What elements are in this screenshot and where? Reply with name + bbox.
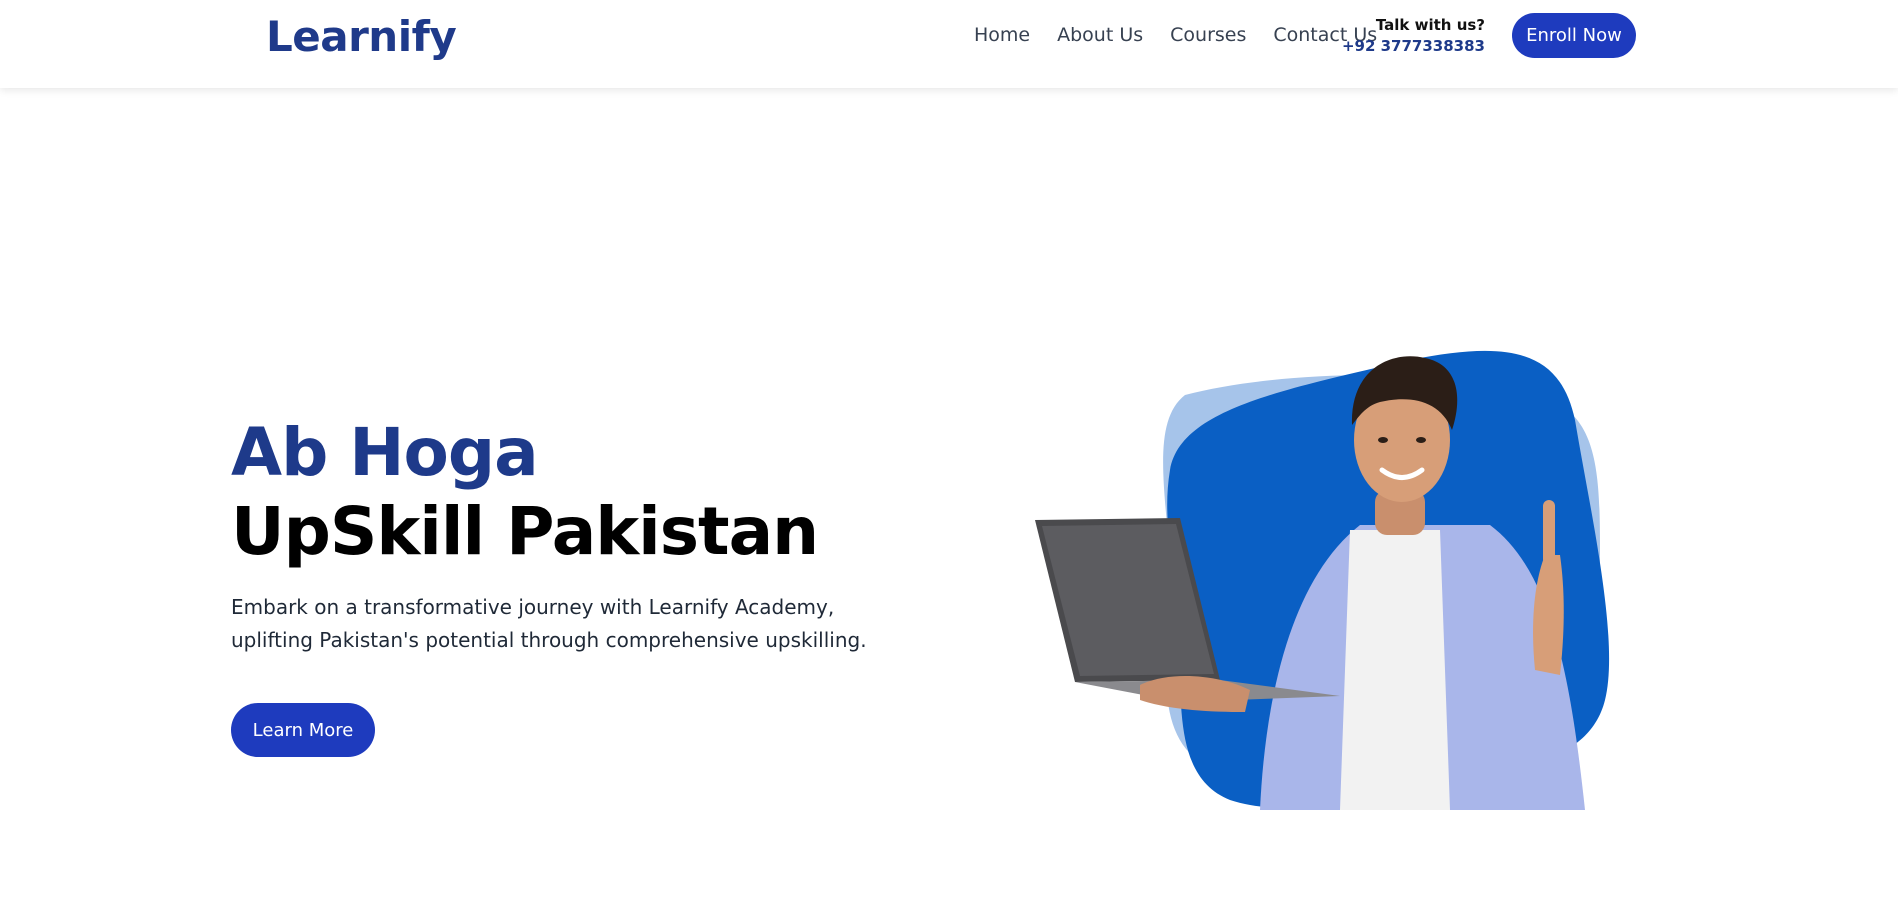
nav-courses[interactable]: Courses bbox=[1170, 24, 1246, 46]
contact-block: Talk with us? +92 3777338383 bbox=[1342, 15, 1485, 57]
enroll-now-button[interactable]: Enroll Now bbox=[1512, 13, 1636, 58]
hero-headline-line2: UpSkill Pakistan bbox=[231, 493, 819, 570]
logo[interactable]: Learnify bbox=[266, 12, 457, 61]
hero-description: Embark on a transformative journey with … bbox=[231, 595, 867, 652]
contact-phone[interactable]: +92 3777338383 bbox=[1342, 35, 1485, 57]
man-with-laptop-icon bbox=[1035, 350, 1610, 810]
hero-illustration bbox=[1030, 340, 1630, 820]
hero-section: Ab Hoga UpSkill Pakistan Embark on a tra… bbox=[231, 415, 931, 757]
site-header: Learnify Home About Us Courses Contact U… bbox=[0, 0, 1898, 88]
nav-about-us[interactable]: About Us bbox=[1057, 24, 1143, 46]
main-nav: Home About Us Courses Contact Us bbox=[974, 24, 1404, 46]
contact-label: Talk with us? bbox=[1375, 16, 1485, 34]
learn-more-button[interactable]: Learn More bbox=[231, 703, 375, 757]
nav-home[interactable]: Home bbox=[974, 24, 1030, 46]
hero-headline-line1: Ab Hoga bbox=[231, 414, 539, 491]
